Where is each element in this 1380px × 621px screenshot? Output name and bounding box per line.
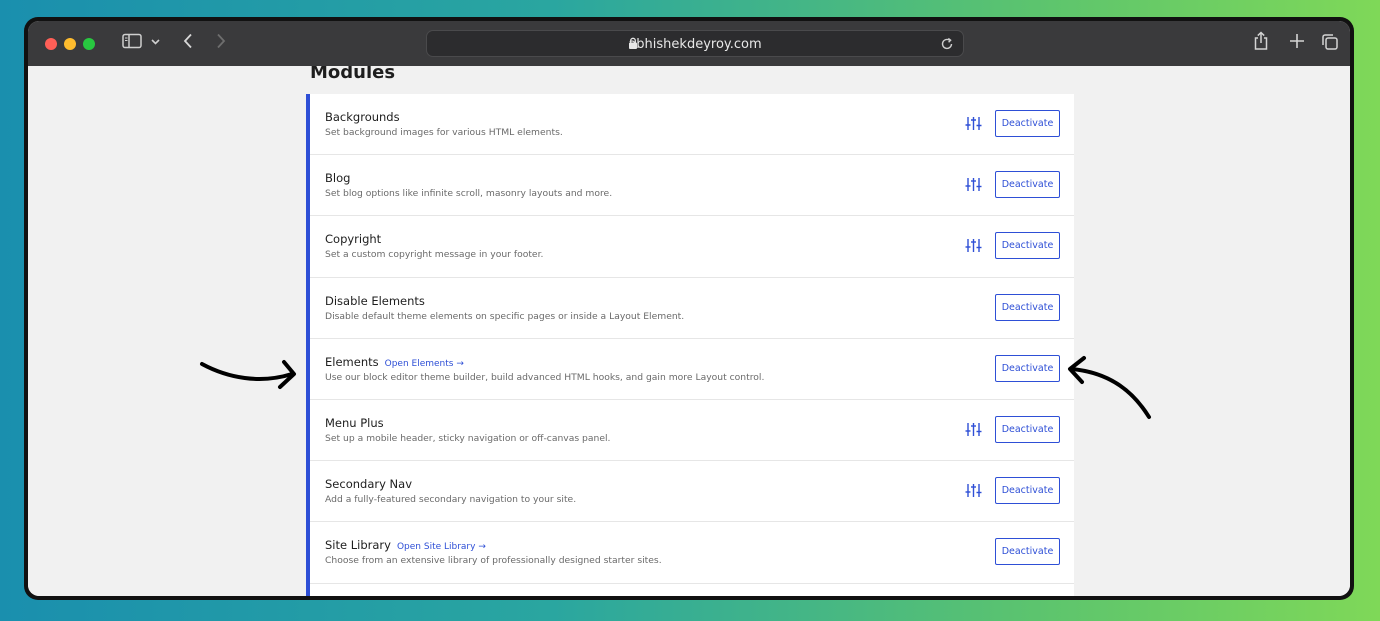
module-description: Choose from an extensive library of prof… [325,555,662,567]
deactivate-button[interactable]: Deactivate [995,293,1060,321]
module-settings-icon[interactable] [965,116,982,136]
module-description: Set background images for various HTML e… [325,127,563,138]
module-title-text: Menu Plus [325,415,384,430]
module-title-text: Copyright [325,232,382,247]
deactivate-button[interactable]: Deactivate [995,110,1060,137]
share-icon[interactable] [1253,31,1269,51]
module-title: Site Library Open Site Library → [325,538,486,552]
module-title: Backgrounds [325,110,400,124]
module-row: Site Library Open Site Library → Choose fr… [310,522,1074,584]
module-settings-icon[interactable] [965,422,982,442]
module-title-text: Secondary Nav [325,477,413,492]
module-title: Copyright [325,232,381,246]
module-title-text: Backgrounds [325,110,400,124]
module-description: Set a custom copyright message in your f… [325,249,544,261]
module-row: Secondary Nav Add a fully-featured second… [310,461,1074,523]
module-row: Backgrounds Set background images for var… [310,94,1074,156]
module-title-text: Site Library [325,538,391,553]
module-description: Set up a mobile header, sticky navigatio… [325,432,611,444]
page-title: Modules [310,66,396,83]
module-title-text: Disable Elements [325,293,425,308]
module-settings-icon[interactable] [965,177,982,197]
module-description: Set blog options like infinite scroll, m… [325,188,613,200]
deactivate-button[interactable]: Deactivate [995,232,1060,260]
module-title-text: Blog [325,171,351,186]
page-content: Modules Backgrounds Set background images… [28,66,1350,596]
window-controls [45,38,95,50]
browser-window: abhishekdeyroy.com Modules Backgrounds S… [24,17,1354,600]
module-settings-icon[interactable] [965,238,982,258]
module-title: Disable Elements [325,294,425,308]
new-tab-icon[interactable] [1289,33,1305,49]
reload-icon[interactable] [940,37,954,51]
module-row: Elements Open Elements → Use our block edi… [310,339,1074,400]
module-description: Add a fully-featured secondary navigatio… [325,494,577,506]
back-icon[interactable] [183,33,193,49]
left-arrow-annotation [200,360,296,389]
right-arrow-annotation [1068,356,1151,419]
chevron-down-icon[interactable] [151,39,160,45]
modules-list: Backgrounds Set background images for var… [306,94,1074,596]
address-bar[interactable]: abhishekdeyroy.com [426,30,964,57]
module-title: Secondary Nav [325,477,412,491]
module-title: Menu Plus [325,416,384,430]
deactivate-button[interactable]: Deactivate [995,477,1060,505]
sidebar-icon[interactable] [122,33,142,49]
module-row: Disable Elements Disable default theme el… [310,278,1074,339]
module-title: Elements Open Elements → [325,355,464,369]
deactivate-button[interactable]: Deactivate [995,415,1060,443]
module-open-link[interactable]: Open Site Library → [397,542,486,552]
module-description: Use our block editor theme builder, buil… [325,371,765,383]
module-row: Menu Plus Set up a mobile header, sticky … [310,400,1074,462]
module-title-text: Elements [325,354,379,369]
module-row: Blog Set blog options like infinite scrol… [310,155,1074,217]
deactivate-button[interactable]: Deactivate [995,171,1060,199]
browser-window-inner: abhishekdeyroy.com Modules Backgrounds S… [28,21,1350,596]
zoom-window-button[interactable] [83,38,95,50]
forward-icon[interactable] [216,33,226,49]
close-window-button[interactable] [45,38,57,50]
tabs-overview-icon[interactable] [1321,33,1339,51]
deactivate-button[interactable]: Deactivate [995,538,1060,566]
module-open-link[interactable]: Open Elements → [385,359,464,369]
module-title: Blog [325,171,350,185]
minimize-window-button[interactable] [64,38,76,50]
deactivate-button[interactable]: Deactivate [995,354,1060,382]
module-description: Disable default theme elements on specif… [325,310,685,322]
module-settings-icon[interactable] [965,483,982,503]
module-row: Copyright Set a custom copyright message … [310,216,1074,278]
browser-toolbar: abhishekdeyroy.com [28,21,1350,66]
address-url: abhishekdeyroy.com [628,37,762,52]
